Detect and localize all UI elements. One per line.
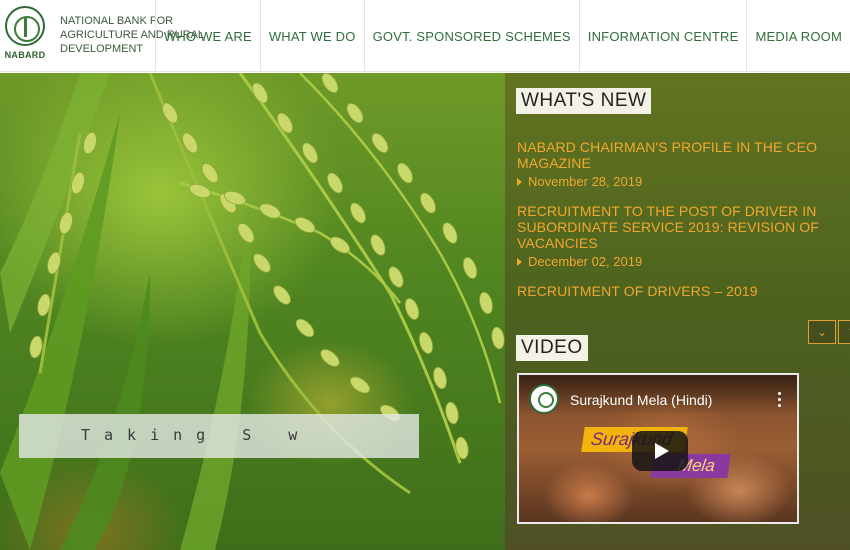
- chevron-down-icon: ⌄: [816, 325, 828, 339]
- nav-who-we-are[interactable]: WHO WE ARE: [154, 0, 260, 72]
- nav-govt-schemes[interactable]: GOVT. SPONSORED SCHEMES: [363, 0, 579, 72]
- whats-new-title: WHAT'S NEW: [516, 88, 652, 114]
- nav-what-we-do[interactable]: WHAT WE DO: [259, 0, 364, 72]
- news-headline[interactable]: NABARD CHAIRMAN'S PROFILE IN THE CEO MAG…: [517, 139, 827, 171]
- news-scroll-down-button[interactable]: ⌄: [808, 320, 836, 344]
- nabard-logo[interactable]: NABARD: [2, 6, 48, 64]
- video-name[interactable]: Surajkund Mela (Hindi): [570, 392, 712, 408]
- nav-information-centre[interactable]: INFORMATION CENTRE: [578, 0, 747, 72]
- news-item[interactable]: RECRUITMENT TO THE POST OF DRIVER IN SUB…: [517, 203, 827, 269]
- news-item[interactable]: NABARD CHAIRMAN'S PROFILE IN THE CEO MAG…: [517, 139, 827, 189]
- video-menu-icon[interactable]: [778, 389, 781, 410]
- news-fade: [510, 294, 830, 308]
- hero-banner: Taking S w WHAT'S NEW NABARD CHAIRMAN'S …: [0, 73, 850, 550]
- play-icon[interactable]: [632, 431, 688, 471]
- main-nav: WHO WE ARE WHAT WE DO GOVT. SPONSORED SC…: [154, 0, 850, 72]
- hero-caption: Taking S w: [81, 426, 312, 444]
- news-date: December 02, 2019: [517, 254, 827, 269]
- site-header: NABARD NATIONAL BANK FOR AGRICULTURE AND…: [0, 0, 850, 72]
- nav-media-room[interactable]: MEDIA ROOM: [746, 0, 850, 72]
- channel-logo-icon[interactable]: [529, 384, 559, 414]
- hero-caption-bar: Taking S w: [19, 414, 419, 458]
- video-player[interactable]: Surajkund Mela (Hindi) Surajkund Mela: [517, 373, 799, 524]
- logo-text: NABARD: [4, 50, 46, 60]
- news-scroll-up-button[interactable]: ⌃: [838, 320, 850, 344]
- news-date: November 28, 2019: [517, 174, 827, 189]
- logo-emblem-icon: [5, 6, 45, 46]
- news-headline[interactable]: RECRUITMENT TO THE POST OF DRIVER IN SUB…: [517, 203, 827, 251]
- video-title: VIDEO: [516, 335, 588, 361]
- whats-new-list: NABARD CHAIRMAN'S PROFILE IN THE CEO MAG…: [517, 139, 827, 304]
